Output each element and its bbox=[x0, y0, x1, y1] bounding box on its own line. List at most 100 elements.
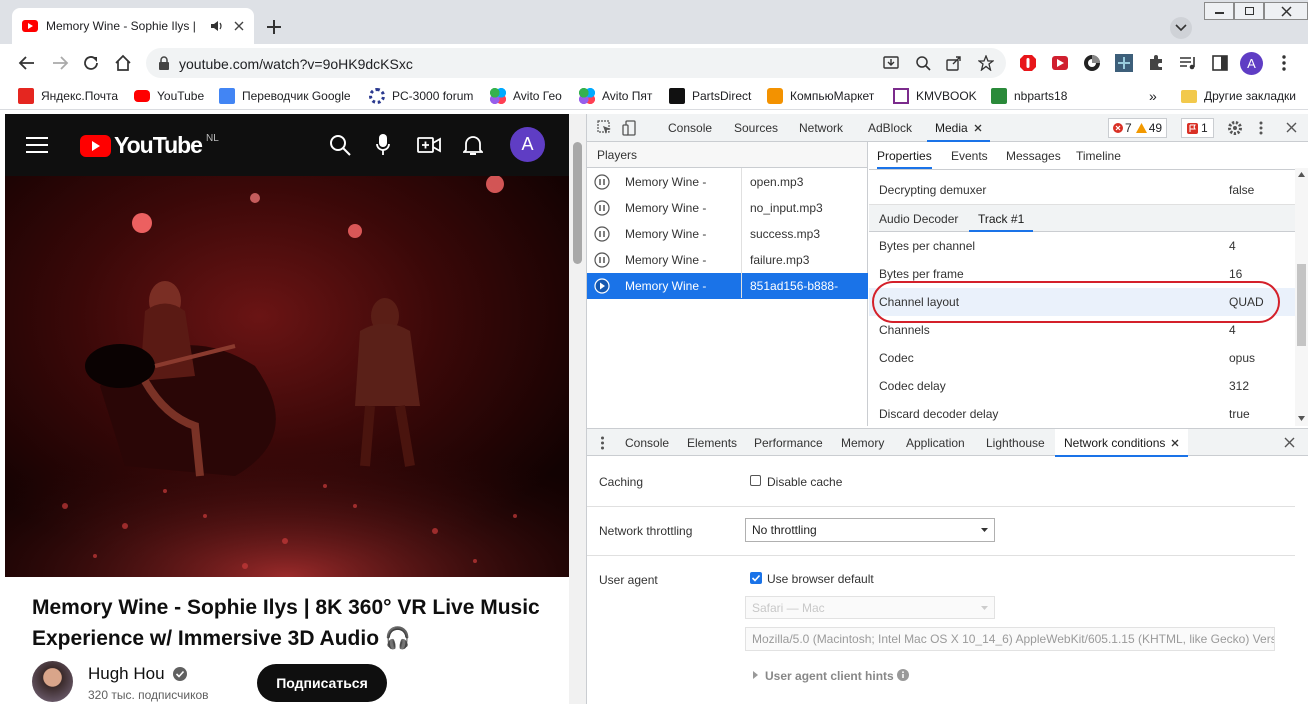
channel-name[interactable]: Hugh Hou bbox=[88, 664, 165, 684]
youtube-avatar[interactable]: A bbox=[510, 127, 545, 162]
microphone-icon[interactable] bbox=[376, 134, 390, 156]
bookmarks-overflow-button[interactable]: » bbox=[1149, 87, 1157, 105]
drawer-tab-elements[interactable]: Elements bbox=[687, 429, 737, 457]
video-extension-icon[interactable] bbox=[1051, 54, 1069, 72]
create-video-icon[interactable] bbox=[417, 136, 441, 154]
expand-triangle-icon[interactable] bbox=[753, 671, 758, 679]
use-default-label[interactable]: Use browser default bbox=[767, 572, 874, 586]
speaker-icon[interactable] bbox=[210, 20, 224, 32]
device-toolbar-icon[interactable] bbox=[622, 120, 636, 136]
issues-badge[interactable]: 1 bbox=[1181, 118, 1214, 138]
disable-cache-checkbox[interactable] bbox=[750, 475, 761, 486]
bookmark-item[interactable]: YouTube bbox=[134, 87, 204, 105]
circle-extension-icon[interactable] bbox=[1083, 54, 1101, 72]
close-window-button[interactable] bbox=[1264, 2, 1308, 20]
tab-properties[interactable]: Properties bbox=[877, 142, 932, 169]
profile-avatar[interactable]: A bbox=[1240, 52, 1263, 75]
scrollbar-thumb[interactable] bbox=[573, 142, 582, 264]
issue-counters[interactable]: 7 49 bbox=[1108, 118, 1168, 138]
other-bookmarks-folder[interactable]: Другие закладки bbox=[1181, 87, 1296, 105]
menu-kebab-icon[interactable] bbox=[1275, 54, 1293, 72]
reload-icon[interactable] bbox=[82, 54, 100, 72]
list-item[interactable]: Memory Wine - failure.mp3 bbox=[587, 247, 868, 273]
tab-sources[interactable]: Sources bbox=[734, 114, 778, 142]
bookmark-item[interactable]: Яндекс.Почта bbox=[18, 87, 118, 105]
maximize-button[interactable] bbox=[1234, 2, 1264, 20]
scroll-down-icon[interactable] bbox=[1298, 416, 1305, 421]
drawer-tab-network-conditions[interactable]: Network conditions bbox=[1055, 429, 1189, 457]
zoom-icon[interactable] bbox=[915, 55, 931, 71]
media-control-icon[interactable] bbox=[1179, 54, 1197, 72]
hamburger-menu-icon[interactable] bbox=[26, 136, 48, 154]
lock-icon[interactable] bbox=[158, 56, 170, 70]
settings-gear-icon[interactable] bbox=[1227, 120, 1243, 136]
drawer-tab-performance[interactable]: Performance bbox=[754, 429, 823, 457]
translate-icon bbox=[219, 88, 235, 104]
page-scrollbar[interactable] bbox=[569, 114, 586, 704]
back-icon[interactable] bbox=[18, 54, 36, 72]
search-icon[interactable] bbox=[329, 134, 351, 156]
tab-adblock[interactable]: AdBlock bbox=[868, 114, 912, 142]
info-icon[interactable] bbox=[897, 669, 909, 681]
throttling-select[interactable]: No throttling bbox=[745, 518, 995, 542]
list-item-selected[interactable]: Memory Wine -851ad156-b888-4e7... bbox=[587, 273, 868, 319]
properties-scrollbar[interactable] bbox=[1295, 168, 1308, 426]
disable-cache-label[interactable]: Disable cache bbox=[767, 475, 842, 489]
tab-messages[interactable]: Messages bbox=[1006, 142, 1061, 170]
tab-timeline[interactable]: Timeline bbox=[1076, 142, 1121, 170]
browser-tab[interactable]: Memory Wine - Sophie Ilys | bbox=[12, 8, 254, 44]
bookmark-item[interactable]: KMVBOOK bbox=[893, 87, 977, 105]
close-tab-icon[interactable] bbox=[974, 124, 982, 132]
scrollbar-thumb[interactable] bbox=[1297, 264, 1306, 346]
drawer-menu-icon[interactable] bbox=[600, 436, 605, 450]
bookmark-star-icon[interactable] bbox=[978, 55, 994, 71]
forward-icon[interactable] bbox=[51, 54, 69, 72]
bookmark-item[interactable]: Avito Пят bbox=[579, 87, 652, 105]
close-tab-icon[interactable] bbox=[1171, 439, 1179, 447]
tab-audio-decoder[interactable]: Audio Decoder bbox=[879, 205, 958, 233]
bookmark-item[interactable]: nbparts18 bbox=[991, 87, 1067, 105]
drawer-tab-memory[interactable]: Memory bbox=[841, 429, 884, 457]
drawer-tab-console[interactable]: Console bbox=[625, 429, 669, 457]
more-options-icon[interactable] bbox=[1258, 121, 1264, 135]
new-tab-icon[interactable] bbox=[265, 18, 283, 36]
list-item[interactable]: Memory Wine - open.mp3 bbox=[587, 169, 868, 195]
use-default-checkbox[interactable] bbox=[750, 572, 762, 584]
tab-events[interactable]: Events bbox=[951, 142, 988, 170]
notifications-bell-icon[interactable] bbox=[463, 134, 483, 156]
install-icon[interactable] bbox=[883, 55, 899, 71]
bookmark-item[interactable]: Avito Гео bbox=[490, 87, 562, 105]
share-icon[interactable] bbox=[946, 55, 962, 71]
grid-extension-icon[interactable] bbox=[1115, 54, 1133, 72]
url-text[interactable]: youtube.com/watch?v=9oHK9dcKSxc bbox=[179, 56, 413, 72]
client-hints-toggle[interactable]: User agent client hints bbox=[765, 669, 894, 683]
scroll-up-icon[interactable] bbox=[1298, 172, 1305, 177]
list-item[interactable]: Memory Wine - success.mp3 bbox=[587, 221, 868, 247]
subscribe-button[interactable]: Подписаться bbox=[257, 664, 387, 702]
bookmark-item[interactable]: КомпьюМаркет bbox=[767, 87, 874, 105]
close-tab-icon[interactable] bbox=[234, 21, 244, 31]
video-player[interactable] bbox=[5, 176, 569, 577]
bookmark-item[interactable]: PartsDirect bbox=[669, 87, 751, 105]
drawer-tab-lighthouse[interactable]: Lighthouse bbox=[986, 429, 1045, 457]
tab-track-1[interactable]: Track #1 bbox=[969, 205, 1034, 232]
address-bar[interactable]: youtube.com/watch?v=9oHK9dcKSxc bbox=[146, 48, 1006, 78]
tab-console[interactable]: Console bbox=[668, 114, 712, 142]
adblock-extension-icon[interactable] bbox=[1019, 54, 1037, 72]
close-devtools-icon[interactable] bbox=[1286, 122, 1297, 133]
inspect-element-icon[interactable] bbox=[597, 120, 612, 135]
youtube-logo[interactable]: YouTube NL bbox=[80, 132, 219, 159]
bookmark-item[interactable]: PC-3000 forum bbox=[369, 87, 473, 105]
bookmark-item[interactable]: Переводчик Google bbox=[219, 87, 351, 105]
tab-network[interactable]: Network bbox=[799, 114, 843, 142]
minimize-button[interactable] bbox=[1204, 2, 1234, 20]
home-icon[interactable] bbox=[114, 54, 132, 72]
side-panel-icon[interactable] bbox=[1211, 54, 1229, 72]
tab-search-button[interactable] bbox=[1170, 17, 1192, 39]
list-item[interactable]: Memory Wine - no_input.mp3 bbox=[587, 195, 868, 221]
tab-media[interactable]: Media bbox=[927, 114, 990, 142]
close-drawer-icon[interactable] bbox=[1284, 437, 1295, 448]
channel-avatar[interactable] bbox=[32, 661, 73, 702]
extensions-puzzle-icon[interactable] bbox=[1147, 54, 1165, 72]
drawer-tab-application[interactable]: Application bbox=[906, 429, 965, 457]
